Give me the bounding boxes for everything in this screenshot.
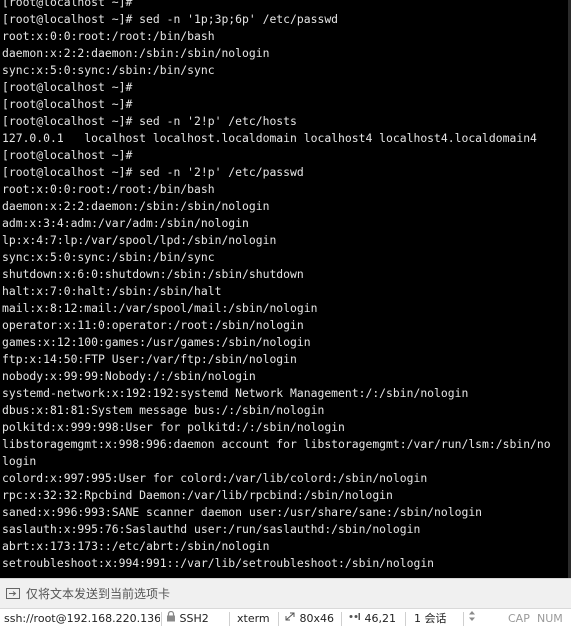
terminal-view[interactable]: [root@localhost ~]# [root@localhost ~]# … — [0, 0, 571, 578]
terminal-line: sync:x:5:0:sync:/sbin:/bin/sync — [2, 63, 215, 77]
terminal-line: shutdown:x:6:0:shutdown:/sbin:/sbin/shut… — [2, 267, 304, 281]
terminal-line: rpc:x:32:32:Rpcbind Daemon:/var/lib/rpcb… — [2, 488, 393, 502]
cursor-position-label: 46,21 — [364, 612, 397, 625]
compose-input[interactable] — [26, 584, 556, 604]
terminal-line: polkitd:x:999:998:User for polkitd:/:/sb… — [2, 420, 345, 434]
protocol-status: SSH2 — [166, 609, 220, 629]
terminal-line: nobody:x:99:99:Nobody:/:/sbin/nologin — [2, 369, 256, 383]
terminal-line: dbus:x:81:81:System message bus:/:/sbin/… — [2, 403, 325, 417]
terminal-line: mail:x:8:12:mail:/var/spool/mail:/sbin/n… — [2, 301, 318, 315]
terminal-line: login — [2, 454, 37, 468]
terminal-line: [root@localhost ~]# — [2, 148, 140, 162]
terminal-line: daemon:x:2:2:daemon:/sbin:/sbin/nologin — [2, 199, 270, 213]
connection-label: ssh://root@192.168.220.136:22 — [4, 612, 160, 625]
caps-lock-indicator: CAP — [508, 609, 532, 629]
terminal-line: [root@localhost ~]# sed -n '1p;3p;6p' /e… — [2, 12, 339, 26]
terminal-line: 127.0.0.1 localhost localhost.localdomai… — [2, 131, 537, 145]
terminal-line: games:x:12:100:games:/usr/games:/sbin/no… — [2, 335, 311, 349]
send-text-icon[interactable] — [6, 588, 20, 599]
terminal-type-status: xterm — [237, 609, 277, 629]
cursor-status: 46,21 — [348, 609, 404, 629]
scroll-arrows[interactable] — [467, 609, 481, 629]
terminal-line: [root@localhost ~]# — [2, 97, 140, 111]
num-label: NUM — [537, 612, 563, 625]
terminal-line: halt:x:7:0:halt:/sbin:/sbin/halt — [2, 284, 222, 298]
compose-bar — [0, 578, 571, 608]
terminal-line: ftp:x:14:50:FTP User:/var/ftp:/sbin/nolo… — [2, 352, 297, 366]
terminal-line: root:x:0:0:root:/root:/bin/bash — [2, 182, 215, 196]
up-down-arrow-icon[interactable] — [467, 609, 477, 629]
terminal-line: saslauth:x:995:76:Saslauthd user:/run/sa… — [2, 522, 421, 536]
connection-status: ssh://root@192.168.220.136:22 — [4, 609, 160, 629]
size-status: 80x46 — [284, 609, 340, 629]
terminal-line: daemon:x:2:2:daemon:/sbin:/sbin/nologin — [2, 46, 270, 60]
terminal-line: setroubleshoot:x:994:991::/var/lib/setro… — [2, 556, 435, 570]
terminal-line: systemd-network:x:192:192:systemd Networ… — [2, 386, 469, 400]
caps-label: CAP — [508, 612, 530, 625]
terminal-line: adm:x:3:4:adm:/var/adm:/sbin/nologin — [2, 216, 249, 230]
status-bar: ssh://root@192.168.220.136:22 SSH2 xterm… — [0, 608, 571, 629]
terminal-line: [root@localhost ~]# — [2, 80, 140, 94]
terminal-line: abrt:x:173:173::/etc/abrt:/sbin/nologin — [2, 539, 270, 553]
terminal-output: [root@localhost ~]# [root@localhost ~]# … — [2, 0, 568, 572]
protocol-label: SSH2 — [179, 612, 209, 625]
terminal-line: libstoragemgmt:x:998:996:daemon account … — [2, 437, 551, 451]
terminal-line: colord:x:997:995:User for colord:/var/li… — [2, 471, 428, 485]
terminal-line: sync:x:5:0:sync:/sbin:/bin/sync — [2, 250, 215, 264]
terminal-type-label: xterm — [237, 612, 270, 625]
sessions-label: 1 会话 — [414, 612, 447, 625]
terminal-line: root:x:0:0:root:/root:/bin/bash — [2, 29, 215, 43]
resize-icon — [284, 609, 296, 629]
terminal-line: saned:x:996:993:SANE scanner daemon user… — [2, 505, 483, 519]
lock-icon — [166, 609, 176, 629]
num-lock-indicator: NUM — [537, 609, 567, 629]
sessions-status: 1 会话 — [414, 609, 462, 629]
terminal-line: lp:x:4:7:lp:/var/spool/lpd:/sbin/nologin — [2, 233, 277, 247]
terminal-line: [root@localhost ~]# — [2, 0, 140, 9]
terminal-line: operator:x:11:0:operator:/root:/sbin/nol… — [2, 318, 304, 332]
terminal-line: [root@localhost ~]# sed -n '2!p' /etc/pa… — [2, 165, 304, 179]
cursor-position-icon — [348, 609, 361, 629]
terminal-line: [root@localhost ~]# sed -n '2!p' /etc/ho… — [2, 114, 297, 128]
size-label: 80x46 — [299, 612, 335, 625]
